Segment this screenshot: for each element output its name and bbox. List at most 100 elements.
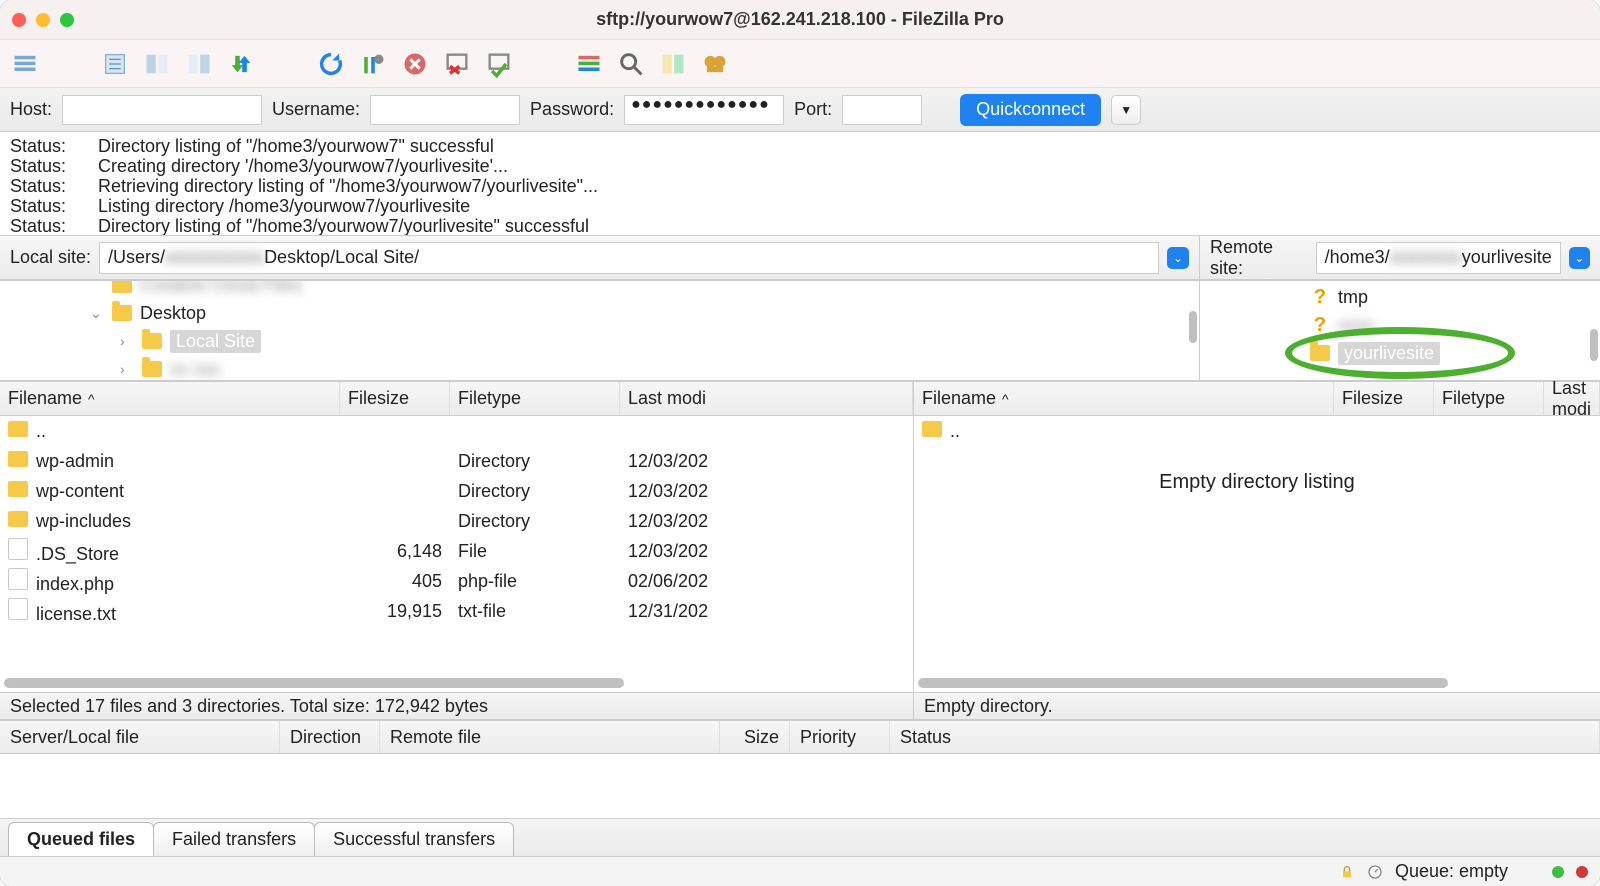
remote-path-dropdown-icon[interactable]: ⌄ bbox=[1569, 247, 1590, 269]
toggle-queue-icon[interactable] bbox=[224, 47, 258, 81]
queue-status: Queue: empty bbox=[1395, 861, 1508, 882]
local-directory-tree[interactable]: Creative Cloud Files ⌄Desktop ›Local Sit… bbox=[0, 281, 1199, 381]
log-line: Status:Listing directory /home3/yourwow7… bbox=[10, 196, 1590, 216]
password-input[interactable]: ●●●●●●●●●●●●● bbox=[624, 95, 784, 125]
col-filetype[interactable]: Filetype bbox=[1434, 382, 1544, 415]
tab-successful-transfers[interactable]: Successful transfers bbox=[314, 822, 514, 856]
close-icon[interactable] bbox=[12, 13, 26, 27]
col-lastmod[interactable]: Last modi bbox=[620, 382, 913, 415]
tab-queued-files[interactable]: Queued files bbox=[8, 822, 154, 856]
file-row[interactable]: wp-adminDirectory12/03/202 bbox=[0, 446, 913, 476]
local-path-dropdown-icon[interactable]: ⌄ bbox=[1167, 247, 1189, 269]
file-row[interactable]: wp-contentDirectory12/03/202 bbox=[0, 476, 913, 506]
quickconnect-history-dropdown[interactable]: ▼ bbox=[1111, 95, 1141, 125]
col-filesize[interactable]: Filesize bbox=[1334, 382, 1434, 415]
log-line: Status:Directory listing of "/home3/your… bbox=[10, 216, 1590, 236]
host-input[interactable] bbox=[62, 95, 262, 125]
folder-icon bbox=[922, 421, 942, 437]
file-row[interactable]: .. bbox=[0, 416, 913, 446]
activity-led-send bbox=[1576, 866, 1588, 878]
local-file-list[interactable]: ..wp-adminDirectory12/03/202wp-contentDi… bbox=[0, 416, 913, 692]
remote-path-bar: Remote site: /home3/xxxxxxxxyourlivesite… bbox=[1200, 236, 1600, 280]
file-row[interactable]: index.php405php-file02/06/202 bbox=[0, 566, 913, 596]
quickconnect-bar: Host: Username: Password: ●●●●●●●●●●●●● … bbox=[0, 88, 1600, 132]
chevron-right-icon[interactable]: › bbox=[120, 333, 134, 349]
reconnect-icon[interactable] bbox=[482, 47, 516, 81]
minimize-icon[interactable] bbox=[36, 13, 50, 27]
maximize-icon[interactable] bbox=[60, 13, 74, 27]
transfer-queue-body[interactable] bbox=[0, 754, 1600, 818]
col-size[interactable]: Size bbox=[720, 721, 790, 753]
toggle-local-tree-icon[interactable] bbox=[140, 47, 174, 81]
unknown-folder-icon: ? bbox=[1310, 287, 1330, 307]
log-line: Status:Retrieving directory listing of "… bbox=[10, 176, 1590, 196]
port-label: Port: bbox=[794, 99, 832, 120]
col-remotefile[interactable]: Remote file bbox=[380, 721, 720, 753]
remote-status: Empty directory. bbox=[914, 692, 1600, 720]
folder-icon bbox=[112, 305, 132, 321]
disconnect-icon[interactable] bbox=[440, 47, 474, 81]
window-controls bbox=[12, 13, 74, 27]
directory-trees-row: Creative Cloud Files ⌄Desktop ›Local Sit… bbox=[0, 281, 1600, 382]
file-icon bbox=[8, 538, 28, 560]
scrollbar[interactable] bbox=[4, 678, 624, 688]
search-icon[interactable] bbox=[614, 47, 648, 81]
remote-directory-tree[interactable]: ?tmp ?xxxx yourlivesite bbox=[1200, 281, 1600, 381]
remote-path-input[interactable]: /home3/xxxxxxxxyourlivesite bbox=[1316, 242, 1561, 274]
file-row[interactable]: license.txt19,915txt-file12/31/202 bbox=[0, 596, 913, 626]
file-listings-row: Filename ^ Filesize Filetype Last modi .… bbox=[0, 382, 1600, 720]
tab-failed-transfers[interactable]: Failed transfers bbox=[153, 822, 315, 856]
file-row[interactable]: wp-includesDirectory12/03/202 bbox=[0, 506, 913, 536]
activity-led-recv bbox=[1552, 866, 1564, 878]
file-row[interactable]: .DS_Store6,148File12/03/202 bbox=[0, 536, 913, 566]
site-manager-icon[interactable] bbox=[8, 47, 42, 81]
port-input[interactable] bbox=[842, 95, 922, 125]
speed-limit-icon[interactable] bbox=[1367, 864, 1383, 880]
sort-asc-icon: ^ bbox=[88, 391, 95, 407]
col-priority[interactable]: Priority bbox=[790, 721, 890, 753]
cancel-icon[interactable] bbox=[398, 47, 432, 81]
message-log[interactable]: Status:Directory listing of "/home3/your… bbox=[0, 132, 1600, 236]
sync-browse-icon[interactable] bbox=[698, 47, 732, 81]
col-filename[interactable]: Filename ^ bbox=[0, 382, 340, 415]
remote-file-list[interactable]: ..Empty directory listing bbox=[914, 416, 1600, 692]
col-direction[interactable]: Direction bbox=[280, 721, 380, 753]
local-path-bar: Local site: /Users/xxxxxxxxxxxDesktop/Lo… bbox=[0, 236, 1199, 280]
local-site-label: Local site: bbox=[10, 247, 91, 268]
col-serverlocal[interactable]: Server/Local file bbox=[0, 721, 280, 753]
tree-item-tmp[interactable]: tmp bbox=[1338, 287, 1368, 308]
toggle-log-icon[interactable] bbox=[98, 47, 132, 81]
username-input[interactable] bbox=[370, 95, 520, 125]
folder-icon bbox=[142, 333, 162, 349]
tree-item-yourlivesite[interactable]: yourlivesite bbox=[1338, 342, 1440, 365]
tree-item-local-site[interactable]: Local Site bbox=[170, 330, 261, 353]
filezilla-window: sftp://yourwow7@162.241.218.100 - FileZi… bbox=[0, 0, 1600, 886]
main-toolbar bbox=[0, 40, 1600, 88]
chevron-down-icon[interactable]: ⌄ bbox=[90, 305, 104, 322]
col-filetype[interactable]: Filetype bbox=[450, 382, 620, 415]
quickconnect-button[interactable]: Quickconnect bbox=[960, 94, 1101, 126]
window-title: sftp://yourwow7@162.241.218.100 - FileZi… bbox=[596, 9, 1004, 30]
lock-icon[interactable] bbox=[1339, 864, 1355, 880]
col-filename[interactable]: Filename ^ bbox=[914, 382, 1334, 415]
refresh-icon[interactable] bbox=[314, 47, 348, 81]
folder-icon bbox=[8, 481, 28, 497]
chevron-right-icon[interactable]: › bbox=[120, 361, 134, 377]
col-lastmod[interactable]: Last modi bbox=[1544, 382, 1600, 415]
col-filesize[interactable]: Filesize bbox=[340, 382, 450, 415]
local-path-input[interactable]: /Users/xxxxxxxxxxxDesktop/Local Site/ bbox=[99, 242, 1159, 274]
file-row[interactable]: .. bbox=[914, 416, 1600, 446]
scrollbar[interactable] bbox=[1189, 311, 1197, 343]
file-icon bbox=[8, 598, 28, 620]
scrollbar[interactable] bbox=[1590, 329, 1598, 361]
col-status[interactable]: Status bbox=[890, 721, 1600, 753]
compare-icon[interactable] bbox=[656, 47, 690, 81]
folder-icon bbox=[8, 451, 28, 467]
filter-icon[interactable] bbox=[572, 47, 606, 81]
host-label: Host: bbox=[10, 99, 52, 120]
tree-item-desktop[interactable]: Desktop bbox=[140, 303, 206, 324]
scrollbar[interactable] bbox=[918, 678, 1448, 688]
toggle-remote-tree-icon[interactable] bbox=[182, 47, 216, 81]
folder-icon bbox=[1310, 345, 1330, 361]
process-queue-icon[interactable] bbox=[356, 47, 390, 81]
